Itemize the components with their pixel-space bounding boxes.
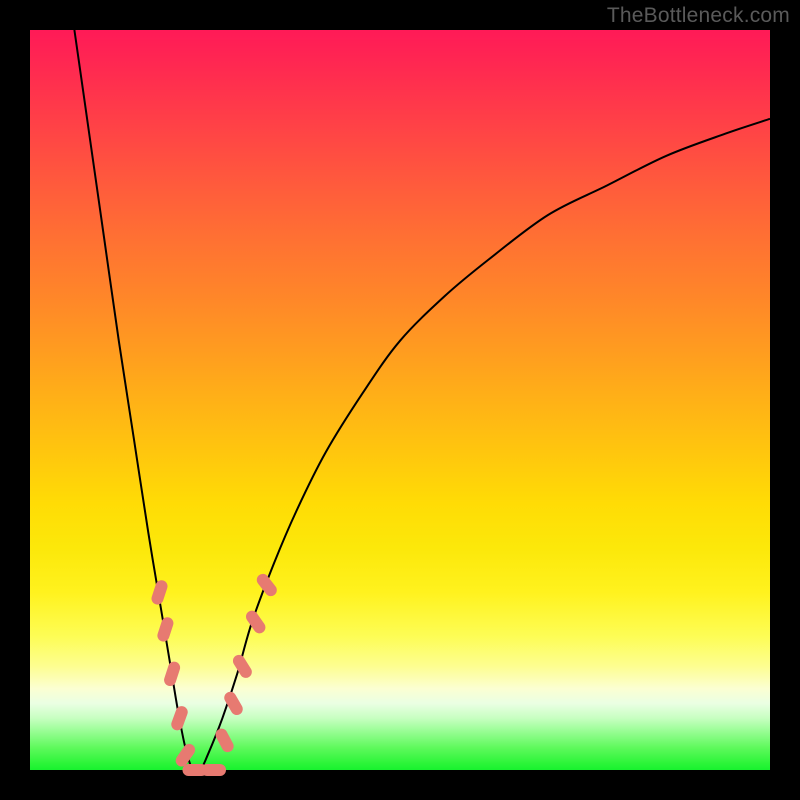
data-marker	[156, 616, 175, 643]
data-marker	[231, 653, 254, 681]
data-marker	[163, 660, 182, 687]
data-marker	[222, 690, 245, 718]
data-marker	[150, 579, 169, 606]
data-marker	[201, 764, 226, 776]
data-marker	[254, 571, 279, 598]
watermark-text: TheBottleneck.com	[607, 4, 790, 28]
data-marker	[244, 608, 268, 635]
data-marker	[170, 704, 190, 732]
bottleneck-curve	[74, 30, 770, 772]
chart-svg	[30, 30, 770, 770]
